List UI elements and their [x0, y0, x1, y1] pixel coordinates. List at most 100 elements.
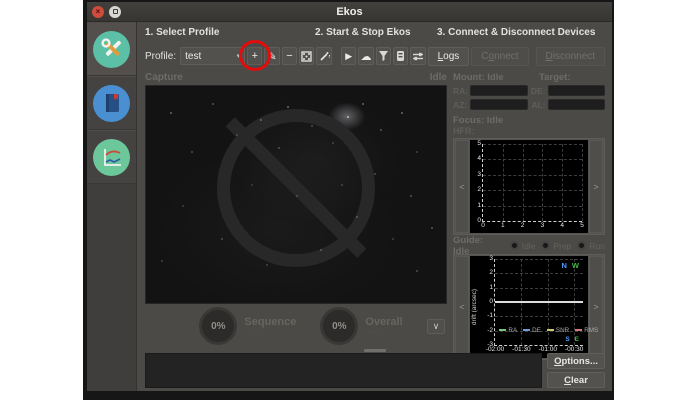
guide-led-idle: Idle	[510, 241, 536, 251]
status-column: Mount: Idle Target: RA: DE: AZ: AL:	[453, 72, 605, 348]
custom-drivers-button[interactable]	[299, 47, 314, 65]
remove-profile-button[interactable]: −	[282, 47, 297, 65]
target-label: Target:	[539, 72, 571, 83]
star-dot	[320, 249, 322, 251]
summary-area: Capture Idle 0% Sequence	[145, 72, 605, 348]
section-2-header: 2. Start & Stop Ekos	[315, 27, 437, 41]
analytics-chart-icon	[93, 139, 130, 176]
star-dot	[374, 173, 376, 175]
star-dot	[191, 151, 193, 153]
section-headers: 1. Select Profile 2. Start & Stop Ekos 3…	[145, 27, 605, 41]
focus-chart-frame: < 012345543210 >	[453, 138, 605, 235]
wrench-screwdriver-icon	[93, 31, 130, 68]
pencil-icon: ✎	[268, 50, 277, 63]
sidebar-tab-analyze[interactable]	[87, 130, 136, 184]
chevron-down-icon: ∨	[433, 321, 440, 332]
close-icon[interactable]: ×	[92, 6, 104, 18]
star-dot	[431, 227, 433, 229]
star-dot	[221, 238, 223, 240]
logs-button[interactable]: Logs	[428, 47, 470, 66]
focus-chart-left-arrow[interactable]: <	[455, 140, 469, 233]
maximize-icon[interactable]	[109, 6, 121, 18]
device-icon	[396, 50, 405, 62]
overall-label: Overall	[365, 316, 402, 328]
star-dot	[401, 112, 403, 114]
led-icon	[541, 241, 550, 250]
capture-status: Idle	[430, 72, 447, 85]
main-content: 1. Select Profile 2. Start & Stop Ekos 3…	[137, 22, 612, 391]
led-icon	[510, 241, 519, 250]
profile-toolbar: Profile: test ▾ + ✎ −	[145, 45, 605, 67]
star-dot	[296, 195, 298, 197]
capture-module: Capture Idle 0% Sequence	[145, 72, 447, 348]
add-profile-button[interactable]: +	[247, 47, 262, 65]
star-dot	[236, 134, 238, 136]
star-dot	[161, 260, 163, 262]
ekos-live-button[interactable]: ☁	[358, 47, 373, 65]
profile-wizard-button[interactable]	[316, 47, 331, 65]
sequence-progress: 0% Sequence --:--:--	[199, 307, 296, 345]
az-label: AZ:	[453, 100, 468, 110]
sidebar-tab-scheduler[interactable]	[87, 76, 136, 130]
start-ekos-button[interactable]: ▶	[341, 47, 356, 65]
profile-label: Profile:	[145, 51, 176, 62]
star-dot	[347, 116, 349, 118]
az-value-field	[470, 99, 528, 110]
log-output-panel[interactable]	[145, 353, 542, 388]
sequence-time: --:--:--	[244, 330, 296, 337]
titlebar[interactable]: × Ekos	[87, 2, 612, 22]
star-dot	[251, 184, 253, 186]
window-title: Ekos	[87, 6, 612, 18]
star-dot	[392, 238, 394, 240]
section-3-header: 3. Connect & Disconnect Devices	[437, 27, 605, 41]
ekos-options-button[interactable]	[410, 47, 425, 65]
star-dot	[380, 129, 382, 131]
hfr-label: HFR:	[453, 126, 605, 136]
screenshot-canvas: × Ekos	[0, 0, 700, 400]
play-icon: ▶	[345, 51, 352, 62]
section-1-header: 1. Select Profile	[145, 27, 315, 41]
profile-value: test	[185, 51, 201, 62]
ra-label: RA:	[453, 86, 468, 96]
sidebar-tab-setup[interactable]	[87, 22, 136, 76]
star-dot	[212, 103, 214, 105]
disconnect-button[interactable]: Disconnect	[536, 47, 605, 66]
funnel-icon	[378, 50, 389, 62]
fits-viewer-button[interactable]	[393, 47, 408, 65]
mount-coordinates: RA: DE: AZ: AL:	[453, 85, 605, 110]
splitter-handle[interactable]	[364, 349, 386, 352]
ra-value-field	[470, 85, 528, 96]
star-dot	[410, 195, 412, 197]
focus-hfr-chart: 012345543210	[470, 140, 588, 233]
focus-status: Focus: Idle	[453, 115, 605, 126]
profile-combobox[interactable]: test ▾	[180, 47, 245, 65]
star-dot	[260, 119, 262, 121]
drivers-grid-icon	[301, 51, 312, 62]
expand-capture-button[interactable]: ∨	[427, 319, 445, 334]
options-button[interactable]: Options...	[547, 353, 605, 369]
connect-button[interactable]: Connect	[471, 47, 528, 66]
focus-chart-right-arrow[interactable]: >	[589, 140, 603, 233]
magic-wand-icon	[319, 51, 330, 62]
progress-row: 0% Sequence --:--:-- 0% Overall	[145, 304, 447, 348]
al-label: AL:	[530, 100, 546, 110]
module-tabbar	[87, 22, 137, 391]
de-value-field	[548, 85, 606, 96]
overall-time: --:--:--	[365, 330, 402, 337]
star-dot	[341, 184, 343, 186]
star-dot	[278, 147, 280, 149]
star-dot	[182, 205, 184, 207]
guide-chart-right-arrow[interactable]: >	[589, 256, 603, 358]
notebook-icon	[93, 85, 130, 122]
star-dot	[416, 270, 418, 272]
overall-progress: 0% Overall --:--:--	[320, 307, 402, 345]
edit-profile-button[interactable]: ✎	[264, 47, 279, 65]
mount-status: Mount: Idle	[453, 72, 539, 83]
led-icon	[577, 241, 586, 250]
plus-icon: +	[252, 50, 258, 62]
clear-button[interactable]: Clear	[547, 372, 605, 388]
indi-panel-button[interactable]	[376, 47, 391, 65]
star-dot	[416, 151, 418, 153]
de-label: DE:	[530, 86, 546, 96]
guide-chart-left-arrow[interactable]: <	[455, 256, 469, 358]
